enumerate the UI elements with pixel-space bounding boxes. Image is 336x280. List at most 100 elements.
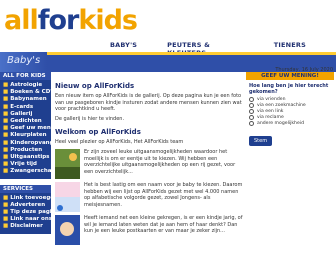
sidebar-item-zwangerschap[interactable]: ■ Zwangerschap bbox=[0, 168, 55, 175]
poll-option-label: via een zoekmachine bbox=[257, 103, 306, 109]
banner-stripe bbox=[0, 52, 336, 55]
news-intro: Een nieuw item op AllForKids is de galle… bbox=[55, 93, 242, 113]
sidebar-item-kleurplaten[interactable]: ■ Kleurplaten bbox=[0, 132, 51, 139]
service-label: Link naar ons bbox=[10, 216, 53, 223]
service-link-naar-ons[interactable]: ■ Link naar ons bbox=[0, 216, 53, 223]
bullet-icon: ■ bbox=[3, 96, 9, 103]
babynames-banner-icon[interactable] bbox=[55, 181, 80, 212]
ecard-photo-icon[interactable] bbox=[55, 214, 80, 245]
poll-option[interactable]: via vrienden bbox=[249, 97, 331, 103]
radio-button[interactable] bbox=[249, 103, 254, 109]
outing-photo-icon[interactable] bbox=[55, 148, 80, 179]
radio-button[interactable] bbox=[249, 109, 254, 115]
services-heading: SERVICES bbox=[0, 184, 51, 193]
sidebar-item-astrologie[interactable]: ■ Astrologie bbox=[0, 82, 51, 89]
sidebar-item-label: Producten bbox=[10, 146, 43, 153]
bullet-icon: ■ bbox=[3, 82, 9, 88]
feature-ecards-text: Heeft iemand net een kleine gekregen, is… bbox=[84, 214, 243, 235]
bullet-icon: ■ bbox=[3, 223, 9, 230]
poll-option-label: via vrienden bbox=[257, 97, 286, 103]
main-content: Nieuw op AllForKids Een nieuw item op Al… bbox=[55, 76, 245, 280]
poll-panel: GEEF UW MENING! Hoe lang ben je hier ter… bbox=[246, 72, 334, 152]
poll-option[interactable]: via een zoekmachine bbox=[249, 103, 331, 109]
services-menu: ■ Link toevoegen ■ Adverteren ■ Tip deze pa… bbox=[0, 192, 59, 234]
service-label: Adverteren bbox=[10, 201, 46, 208]
sidebar-item-label: Vrije tijd bbox=[10, 161, 37, 168]
bullet-icon: ■ bbox=[3, 216, 9, 223]
sidebar-item-vrije-tijd[interactable]: ■ Vrije tijd bbox=[0, 161, 51, 168]
bullet-icon: ■ bbox=[3, 201, 9, 208]
bullet-icon: ■ bbox=[3, 110, 9, 117]
sidebar-item-label: Babynamen bbox=[10, 96, 47, 103]
sidebar-item-gallerij[interactable]: ■ Gallerij bbox=[0, 111, 51, 118]
bullet-icon: ■ bbox=[3, 89, 9, 96]
sidebar-item-label: Boeken & CD's bbox=[10, 89, 56, 96]
sidebar-item-ecards[interactable]: ■ E-cards bbox=[0, 104, 51, 111]
service-label: Link toevoegen bbox=[10, 194, 58, 201]
feature-uitgaan: Er zijn zoveel leuke uitgaansmogelijkhed… bbox=[55, 148, 245, 179]
gallery-link-line[interactable]: De gallerij is hier te vinden. bbox=[55, 116, 245, 123]
bullet-icon: ■ bbox=[3, 132, 9, 139]
poll-option-label: andere mogelijkheid bbox=[257, 121, 304, 127]
bullet-icon: ■ bbox=[3, 161, 9, 168]
bullet-icon: ■ bbox=[3, 154, 9, 161]
sidebar-item-boeken-cds[interactable]: ■ Boeken & CD's bbox=[0, 89, 55, 96]
logo-part-all: all bbox=[4, 5, 39, 36]
sidebar-item-label: Gallerij bbox=[10, 110, 33, 117]
sidebar-item-gedichten[interactable]: ■ Gedichten bbox=[0, 118, 51, 125]
service-tip-deze-pagina[interactable]: ■ Tip deze pagina bbox=[0, 209, 59, 216]
welcome-text: Heel veel plezier op AllForKids, Het All… bbox=[55, 139, 184, 146]
poll-option[interactable]: via een link bbox=[249, 109, 331, 115]
sidebar-menu: ■ Astrologie ■ Boeken & CD's ■ Babynamen ■ E… bbox=[0, 80, 61, 179]
service-link-toevoegen[interactable]: ■ Link toevoegen bbox=[0, 194, 58, 202]
poll-option[interactable]: via reclame bbox=[249, 115, 331, 121]
feature-uitgaan-text: Er zijn zoveel leuke uitgaansmogelijkhed… bbox=[84, 148, 236, 175]
radio-button[interactable] bbox=[249, 115, 254, 121]
service-label: Tip deze pagina bbox=[10, 209, 60, 216]
bullet-icon: ■ bbox=[3, 146, 9, 153]
top-nav: BABY'S PEUTERS & KLEUTERS TIENERS bbox=[110, 41, 336, 57]
sidebar-heading: ALL FOR KIDS bbox=[0, 72, 51, 80]
bullet-icon: ■ bbox=[3, 209, 9, 216]
logo-part-for: for bbox=[37, 5, 80, 36]
service-label: Disclaimer bbox=[10, 223, 43, 230]
sidebar-item-label: Uitgaanstips bbox=[10, 154, 50, 161]
welcome-title: Welkom op AllForKids bbox=[55, 128, 141, 137]
logo-part-kids: kids bbox=[78, 5, 138, 36]
nav-peuters-kleuters[interactable]: PEUTERS & KLEUTERS bbox=[167, 41, 244, 57]
radio-button[interactable] bbox=[249, 97, 254, 103]
sidebar-item-geef-uw-mening[interactable]: ■ Geef uw mening bbox=[0, 125, 61, 132]
sidebar-item-kinderopvang[interactable]: ■ Kinderopvang bbox=[0, 139, 54, 147]
sidebar-item-label: Kleurplaten bbox=[10, 132, 47, 139]
section-title: Baby's bbox=[7, 55, 41, 66]
sidebar-item-label: Astrologie bbox=[10, 82, 43, 88]
sidebar-item-producten[interactable]: ■ Producten bbox=[0, 147, 51, 154]
sidebar-item-label: E-cards bbox=[10, 103, 34, 110]
bullet-icon: ■ bbox=[3, 125, 9, 132]
bullet-icon: ■ bbox=[3, 168, 9, 175]
sidebar-item-babynamen[interactable]: ■ Babynamen bbox=[0, 96, 51, 103]
allforkids-logo[interactable]: allforkids bbox=[4, 5, 138, 36]
sidebar-item-label: Geef uw mening bbox=[10, 125, 61, 132]
sidebar-item-label: Gedichten bbox=[10, 118, 42, 125]
sidebar-item-label: Kinderopvang bbox=[10, 139, 54, 146]
left-sidebar: ALL FOR KIDS ■ Astrologie ■ Boeken & CD's … bbox=[0, 72, 61, 280]
sidebar-item-label: Zwangerschap bbox=[10, 168, 56, 175]
poll-question: Hoe lang ben je hier terecht gekomen? bbox=[249, 83, 329, 96]
service-adverteren[interactable]: ■ Adverteren bbox=[0, 202, 51, 209]
poll-heading: GEEF UW MENING! bbox=[246, 72, 334, 80]
poll-option[interactable]: andere mogelijkheid bbox=[249, 121, 331, 127]
bullet-icon: ■ bbox=[3, 139, 9, 146]
nav-babys[interactable]: BABY'S bbox=[110, 41, 137, 51]
feature-ecards: Heeft iemand net een kleine gekregen, is… bbox=[55, 214, 245, 245]
service-disclaimer[interactable]: ■ Disclaimer bbox=[0, 223, 51, 230]
bullet-icon: ■ bbox=[3, 194, 9, 201]
nav-tieners[interactable]: TIENERS bbox=[274, 41, 306, 51]
vote-button[interactable]: Stem bbox=[249, 136, 273, 147]
sidebar-item-uitgaanstips[interactable]: ■ Uitgaanstips bbox=[0, 154, 51, 161]
header: allforkids bbox=[0, 0, 336, 46]
feature-babynamen: Het is best lastig om een naam voor je b… bbox=[55, 181, 245, 212]
radio-button[interactable] bbox=[249, 121, 254, 127]
poll-option-label: via reclame bbox=[257, 115, 284, 121]
poll-option-label: via een link bbox=[257, 109, 284, 115]
